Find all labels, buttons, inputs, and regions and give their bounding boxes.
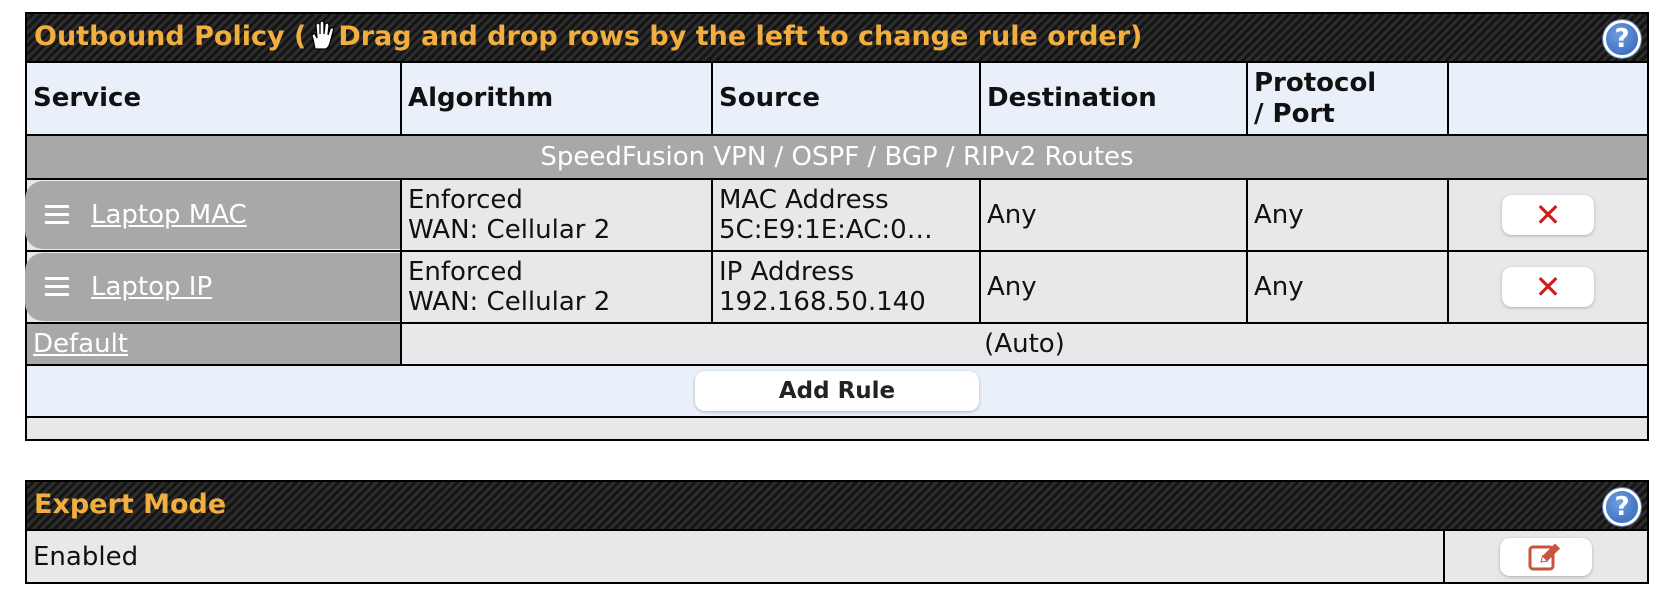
protocol-header-line2: / Port [1254,98,1335,129]
rule-name-link[interactable]: Laptop MAC [91,200,247,230]
edit-icon [1528,543,1560,570]
destination-cell: Any [979,250,1248,324]
help-icon[interactable]: ? [1603,20,1641,58]
help-icon[interactable]: ? [1603,488,1641,526]
close-icon: ✕ [1534,196,1562,234]
add-rule-button[interactable]: Add Rule [695,371,979,411]
expert-mode-header: Expert Mode ? [27,482,1647,531]
table-header-row: Service Algorithm Source Destination Pro… [27,63,1647,136]
outbound-policy-header: Outbound Policy ( Drag and drop rows by … [27,14,1647,63]
algorithm-mode: Enforced [408,257,523,287]
expert-edit-cell [1443,531,1647,582]
source-type: MAC Address [719,185,889,215]
add-rule-row: Add Rule [27,364,1647,418]
delete-cell: ✕ [1447,250,1647,324]
add-rule-cell: Add Rule [27,364,1647,418]
table-row[interactable]: Laptop IP Enforced WAN: Cellular 2 IP Add… [25,250,1647,324]
expert-mode-title: Expert Mode [34,489,227,520]
outbound-title-prefix: Outbound Policy ( [34,21,307,52]
expert-mode-panel: Expert Mode ? Enabled [25,480,1649,584]
rule-name-link[interactable]: Laptop IP [91,272,212,302]
algorithm-wan: WAN: Cellular 2 [408,215,611,245]
outbound-title-suffix: Drag and drop rows by the left to change… [338,21,1143,52]
algorithm-mode: Enforced [408,185,523,215]
column-header-protocol: Protocol / Port [1246,63,1449,136]
protocol-cell: Any [1246,178,1449,252]
drag-handle-icon[interactable] [45,276,69,298]
section-label: SpeedFusion VPN / OSPF / BGP / RIPv2 Rou… [27,134,1647,180]
source-cell: MAC Address 5C:E9:1E:AC:0… [711,178,981,252]
column-header-algorithm: Algorithm [400,63,713,136]
help-glyph: ? [1614,24,1630,54]
hand-drag-icon [311,21,335,50]
default-rule-row: Default (Auto) [27,322,1647,366]
algorithm-wan: WAN: Cellular 2 [408,287,611,317]
service-pill[interactable]: Laptop IP [25,253,400,321]
column-header-source: Source [711,63,981,136]
service-pill[interactable]: Laptop MAC [25,181,400,249]
expert-mode-value: Enabled [33,541,139,572]
outbound-rules-table: Service Algorithm Source Destination Pro… [25,63,1647,418]
column-header-service: Service [27,63,402,136]
source-cell: IP Address 192.168.50.140 [711,250,981,324]
source-value: 5C:E9:1E:AC:0… [719,215,933,245]
table-row[interactable]: Laptop MAC Enforced WAN: Cellular 2 MAC A… [25,178,1647,252]
delete-cell: ✕ [1447,178,1647,252]
default-cell: Default [27,322,402,366]
delete-rule-button[interactable]: ✕ [1502,195,1594,235]
destination-cell: Any [979,178,1248,252]
service-cell: Laptop IP [25,250,402,324]
protocol-header-line1: Protocol [1254,67,1377,98]
algorithm-cell: Enforced WAN: Cellular 2 [400,250,713,324]
help-glyph: ? [1614,492,1630,522]
algorithm-cell: Enforced WAN: Cellular 2 [400,178,713,252]
drag-handle-icon[interactable] [45,204,69,226]
close-icon: ✕ [1534,268,1562,306]
section-row: SpeedFusion VPN / OSPF / BGP / RIPv2 Rou… [27,134,1647,180]
delete-rule-button[interactable]: ✕ [1502,267,1594,307]
default-value: (Auto) [400,322,1647,366]
column-header-actions [1447,63,1647,136]
column-header-destination: Destination [979,63,1248,136]
service-cell: Laptop MAC [25,178,402,252]
edit-button[interactable] [1500,537,1592,576]
expert-mode-row: Enabled [27,531,1647,582]
default-rule-link[interactable]: Default [33,329,128,359]
outbound-policy-panel: Outbound Policy ( Drag and drop rows by … [25,12,1649,441]
source-value: 192.168.50.140 [719,287,926,317]
outbound-policy-title: Outbound Policy ( Drag and drop rows by … [34,21,1142,52]
protocol-cell: Any [1246,250,1449,324]
source-type: IP Address [719,257,855,287]
